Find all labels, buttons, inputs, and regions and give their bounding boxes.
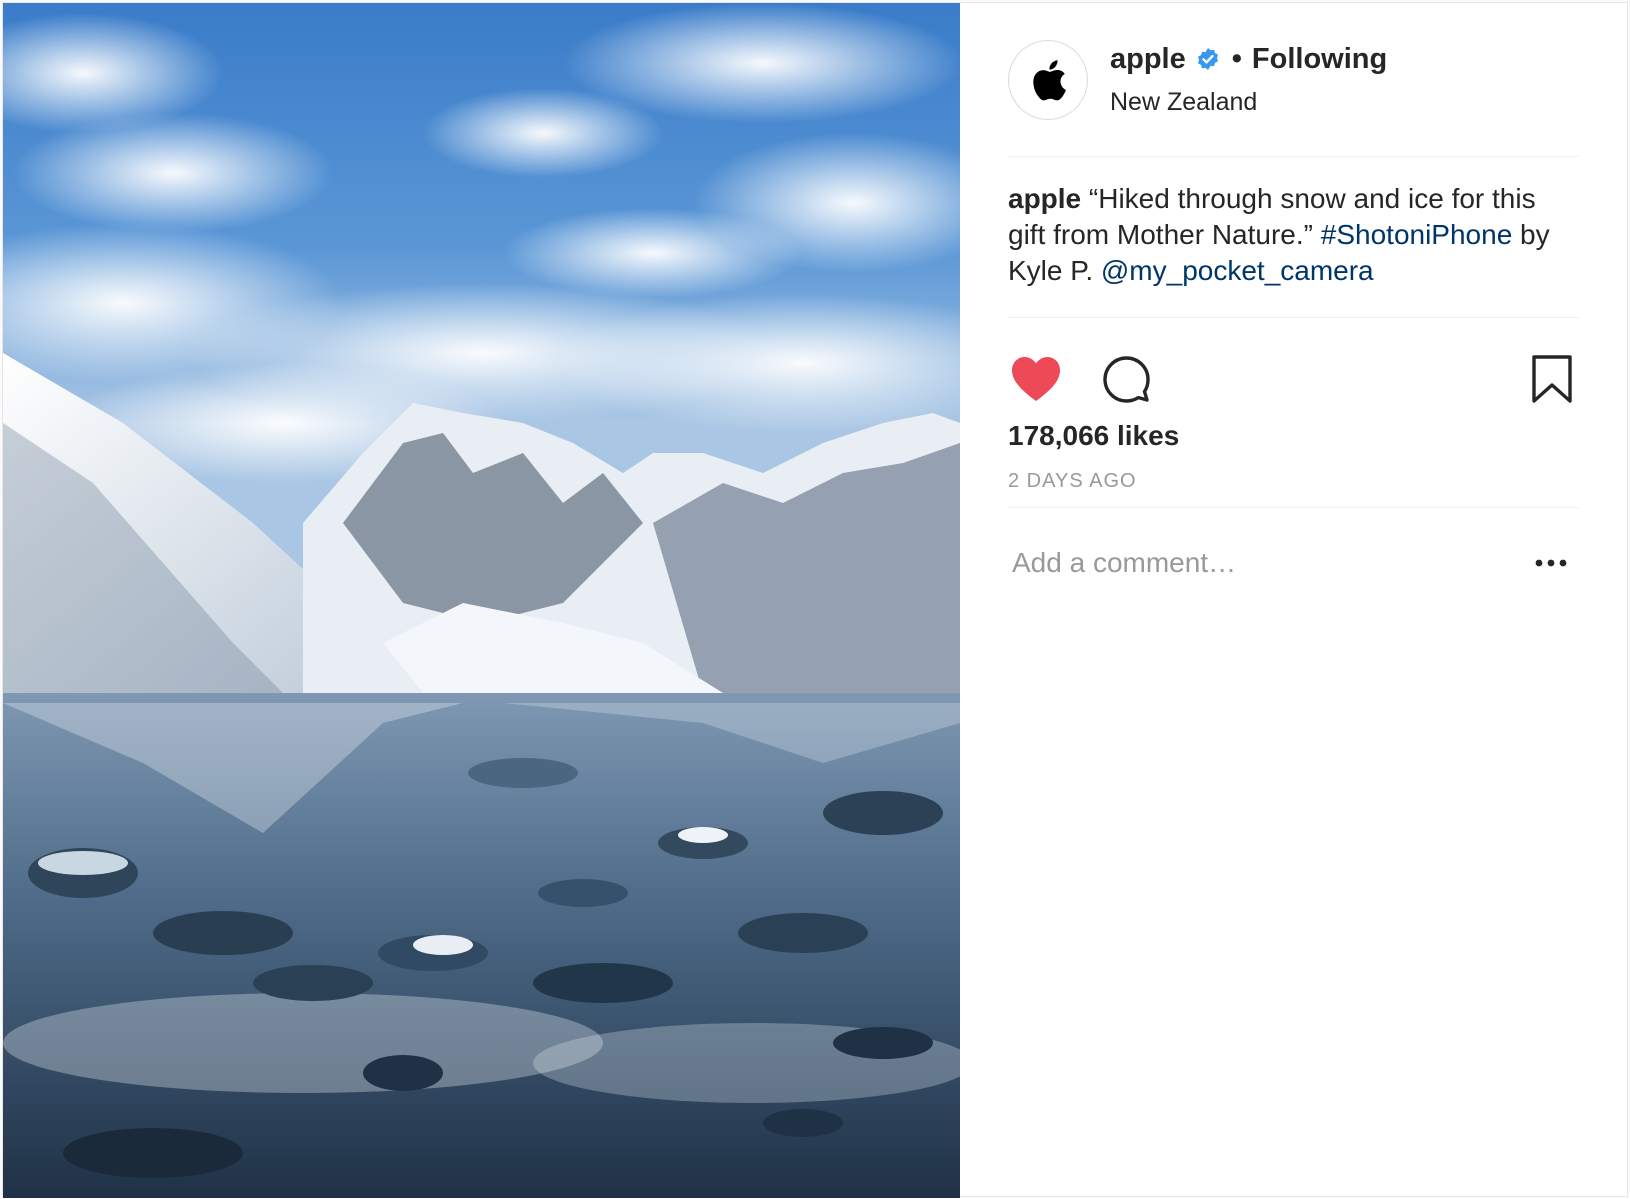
avatar[interactable] — [1008, 39, 1088, 120]
separator-dot: • — [1231, 42, 1242, 75]
action-bar — [1008, 318, 1579, 418]
post-sidebar: apple • Following New Zealand apple “Hik… — [960, 3, 1627, 1196]
comment-icon — [1103, 356, 1150, 403]
comment-input[interactable] — [1008, 547, 1531, 579]
following-button[interactable]: Following — [1252, 43, 1387, 76]
heart-icon — [1012, 357, 1060, 401]
apple-logo-icon — [1033, 59, 1066, 100]
comment-button[interactable] — [1062, 354, 1150, 404]
header-top-row: apple • Following — [1110, 43, 1387, 76]
comment-row — [1008, 508, 1579, 618]
instagram-post: apple • Following New Zealand apple “Hik… — [2, 2, 1628, 1198]
save-button[interactable] — [1531, 354, 1579, 404]
post-timestamp[interactable]: 2 DAYS AGO — [1008, 470, 1579, 508]
verified-badge-icon — [1197, 48, 1218, 70]
like-button[interactable] — [1008, 355, 1062, 403]
username-link[interactable]: apple — [1110, 43, 1186, 76]
post-caption: apple “Hiked through snow and ice for th… — [1008, 157, 1579, 318]
caption-username-link[interactable]: apple — [1008, 183, 1081, 214]
likes-count[interactable]: 178,066 likes — [1008, 420, 1579, 452]
post-header: apple • Following New Zealand — [1008, 3, 1579, 157]
bookmark-icon — [1532, 355, 1572, 403]
location-link[interactable]: New Zealand — [1110, 88, 1387, 117]
mountain-lake-photo — [3, 3, 960, 1198]
mention-link[interactable]: @my_pocket_camera — [1101, 255, 1374, 286]
more-options-icon[interactable] — [1531, 557, 1571, 569]
hashtag-link[interactable]: #ShotoniPhone — [1321, 219, 1513, 250]
header-text: apple • Following New Zealand — [1110, 43, 1387, 117]
post-photo[interactable] — [3, 3, 960, 1198]
